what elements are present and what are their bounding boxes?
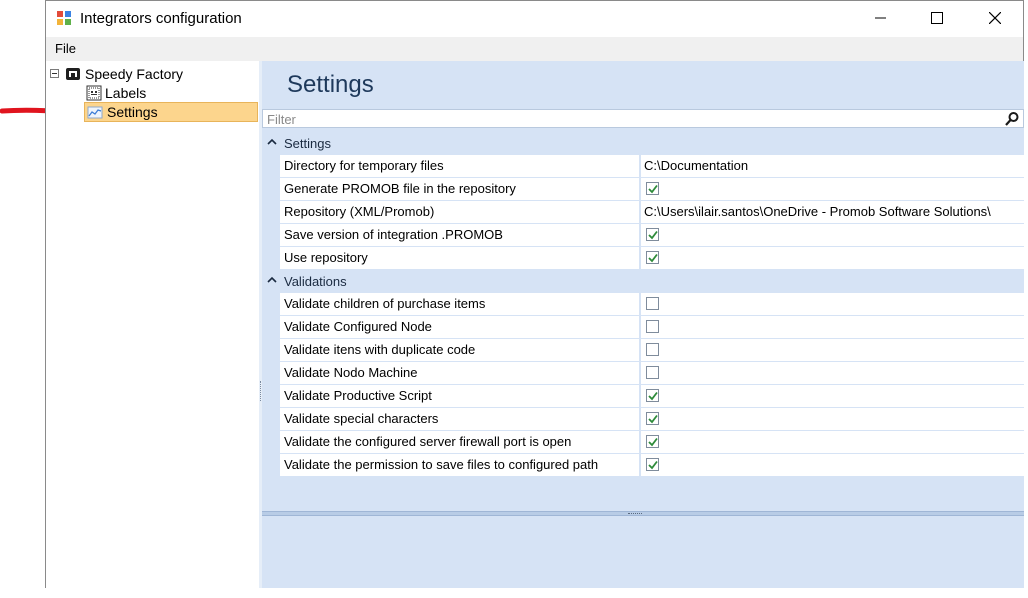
property-row[interactable]: Validate Configured Node: [262, 316, 1024, 338]
property-name: Validate Nodo Machine: [280, 362, 640, 384]
property-name: Validate special characters: [280, 408, 640, 430]
search-icon[interactable]: [1004, 111, 1020, 127]
collapse-toggle-icon[interactable]: [50, 69, 59, 78]
description-panel: [262, 516, 1024, 588]
minimize-button[interactable]: [852, 1, 910, 35]
property-row[interactable]: Validate special characters: [262, 408, 1024, 430]
property-name: Validate Configured Node: [280, 316, 640, 338]
checkbox-unchecked[interactable]: [646, 297, 659, 310]
property-name: Directory for temporary files: [280, 155, 640, 177]
property-row[interactable]: Repository (XML/Promob) C:\Users\ilair.s…: [262, 201, 1024, 223]
app-icon: [57, 11, 71, 25]
property-name: Generate PROMOB file in the repository: [280, 178, 640, 200]
close-button[interactable]: [966, 1, 1024, 35]
tree-item-speedy-factory[interactable]: Speedy Factory: [65, 64, 183, 83]
checkbox-checked[interactable]: [646, 228, 659, 241]
property-value-cell: [641, 362, 1024, 384]
property-row[interactable]: Validate the permission to save files to…: [262, 454, 1024, 476]
property-value-cell: [641, 316, 1024, 338]
property-value-cell: [641, 247, 1024, 269]
checkbox-unchecked[interactable]: [646, 320, 659, 333]
check-icon: [648, 414, 658, 424]
menu-file[interactable]: File: [55, 41, 76, 56]
menu-bar: File: [46, 37, 1023, 61]
labels-icon: [86, 85, 102, 100]
tree-item-label: Settings: [107, 104, 158, 120]
property-row[interactable]: Validate Productive Script: [262, 385, 1024, 407]
check-icon: [648, 253, 658, 263]
category-settings[interactable]: Settings: [262, 132, 1024, 154]
tree-item-label: Speedy Factory: [85, 65, 184, 82]
check-icon: [648, 437, 658, 447]
checkbox-checked[interactable]: [646, 182, 659, 195]
property-row[interactable]: Validate the configured server firewall …: [262, 431, 1024, 453]
category-label: Settings: [284, 136, 331, 151]
check-icon: [648, 391, 658, 401]
checkbox-unchecked[interactable]: [646, 366, 659, 379]
property-name: Validate children of purchase items: [280, 293, 640, 315]
property-value-cell: [641, 385, 1024, 407]
collapse-chevron-icon[interactable]: [267, 276, 277, 284]
property-value-cell: [641, 454, 1024, 476]
property-row[interactable]: Validate children of purchase items: [262, 293, 1024, 315]
filter-input[interactable]: Filter: [262, 109, 1024, 128]
property-name: Repository (XML/Promob): [280, 201, 640, 223]
tree-item-label: Labels: [105, 84, 147, 101]
property-name: Validate the configured server firewall …: [280, 431, 640, 453]
checkbox-unchecked[interactable]: [646, 343, 659, 356]
settings-panel: Settings Filter Settings Directory for t…: [262, 61, 1024, 588]
close-icon: [989, 12, 1001, 24]
settings-chart-icon: [87, 106, 103, 119]
window-title: Integrators configuration: [80, 10, 242, 27]
navigation-tree: Speedy Factory Labels Settings: [46, 61, 260, 588]
tree-item-settings[interactable]: Settings: [84, 102, 258, 122]
checkbox-checked[interactable]: [646, 389, 659, 402]
app-window: Integrators configuration File Speedy Fa…: [45, 0, 1024, 588]
maximize-button[interactable]: [908, 1, 966, 35]
property-value-cell: [641, 224, 1024, 246]
checkbox-checked[interactable]: [646, 412, 659, 425]
checkbox-checked[interactable]: [646, 251, 659, 264]
property-value-cell: [641, 339, 1024, 361]
property-value-cell: [641, 178, 1024, 200]
property-value-cell: [641, 408, 1024, 430]
property-row[interactable]: Use repository: [262, 247, 1024, 269]
property-value-cell: [641, 431, 1024, 453]
page-title: Settings: [287, 71, 374, 98]
category-label: Validations: [284, 274, 347, 289]
property-grid: Settings Directory for temporary files C…: [262, 132, 1024, 476]
check-icon: [648, 230, 658, 240]
property-row[interactable]: Validate itens with duplicate code: [262, 339, 1024, 361]
category-validations[interactable]: Validations: [262, 270, 1024, 292]
property-name: Validate Productive Script: [280, 385, 640, 407]
factory-icon: [66, 67, 80, 80]
property-name: Validate itens with duplicate code: [280, 339, 640, 361]
tree-item-labels[interactable]: Labels: [86, 83, 146, 102]
property-value-cell: [641, 293, 1024, 315]
property-name: Save version of integration .PROMOB: [280, 224, 640, 246]
property-row[interactable]: Directory for temporary files C:\Documen…: [262, 155, 1024, 177]
minimize-icon: [875, 17, 886, 19]
filter-placeholder: Filter: [267, 112, 296, 127]
title-bar: Integrators configuration: [46, 1, 1023, 37]
checkbox-checked[interactable]: [646, 435, 659, 448]
check-icon: [648, 460, 658, 470]
collapse-chevron-icon[interactable]: [267, 138, 277, 146]
property-row[interactable]: Generate PROMOB file in the repository: [262, 178, 1024, 200]
maximize-icon: [931, 12, 943, 24]
property-name: Validate the permission to save files to…: [280, 454, 640, 476]
property-name: Use repository: [280, 247, 640, 269]
checkbox-checked[interactable]: [646, 458, 659, 471]
property-value[interactable]: C:\Documentation: [641, 155, 1024, 177]
property-value[interactable]: C:\Users\ilair.santos\OneDrive - Promob …: [641, 201, 1024, 223]
check-icon: [648, 184, 658, 194]
property-row[interactable]: Validate Nodo Machine: [262, 362, 1024, 384]
property-row[interactable]: Save version of integration .PROMOB: [262, 224, 1024, 246]
